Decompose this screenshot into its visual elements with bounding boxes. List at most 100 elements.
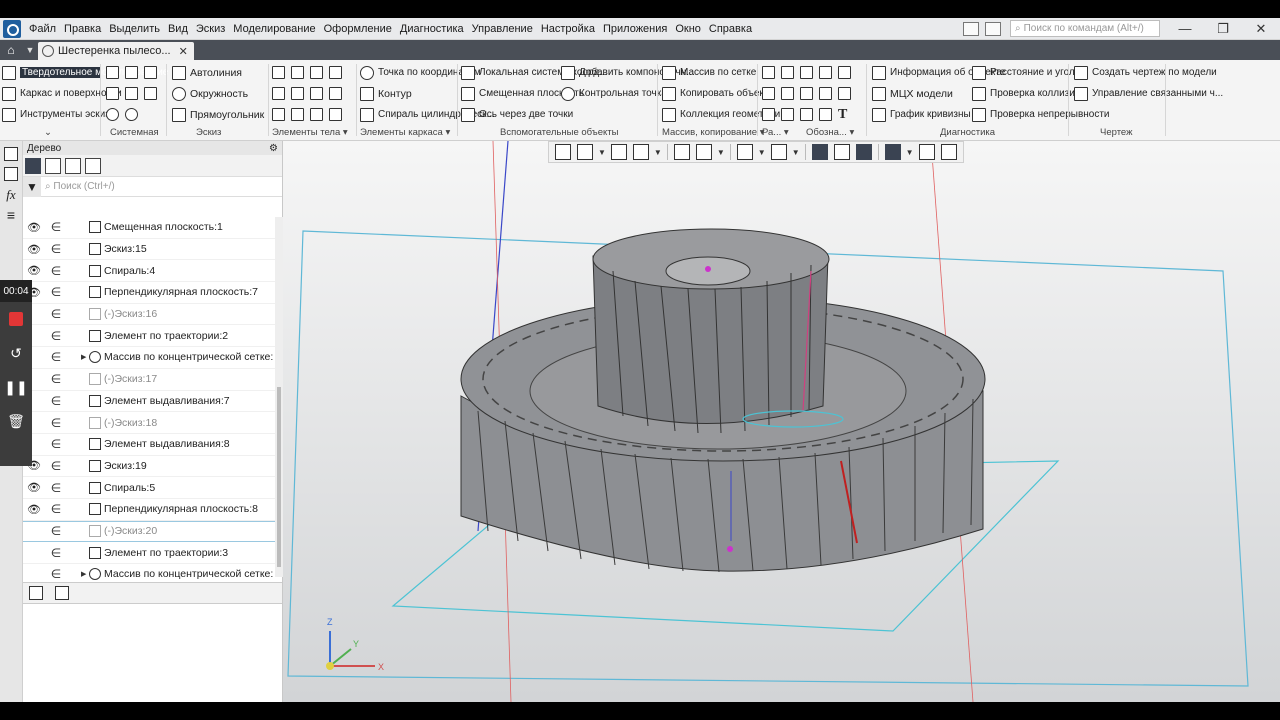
menu-view[interactable]: Вид: [164, 23, 192, 35]
rib-icon[interactable]: [291, 108, 304, 121]
stop-button[interactable]: [0, 302, 32, 336]
grid-array-button[interactable]: Массив по сетке: [662, 62, 756, 83]
fillet-icon[interactable]: [310, 87, 323, 100]
filter-dropdown-icon[interactable]: ▼: [906, 148, 914, 157]
chamfer-icon[interactable]: [329, 87, 342, 100]
filter-icon[interactable]: [884, 144, 901, 160]
tree-search-input[interactable]: ⌕ Поиск (Ctrl+/): [45, 181, 282, 192]
circle-button[interactable]: Окружность: [172, 83, 264, 104]
tabs-dropdown-icon[interactable]: ▼: [22, 40, 38, 60]
mirror-icon[interactable]: [781, 66, 794, 79]
dimension-icon[interactable]: [800, 66, 813, 79]
tree-structure-icon[interactable]: [25, 157, 41, 174]
tree-table-icon[interactable]: [55, 586, 69, 600]
menu-management[interactable]: Управление: [468, 23, 537, 35]
redo-icon[interactable]: [125, 108, 138, 121]
open-file-icon[interactable]: [125, 66, 138, 79]
tree-row[interactable]: ∈ (-)Эскиз:16: [23, 304, 275, 326]
leader-icon[interactable]: [819, 87, 832, 100]
geometry-collection-button[interactable]: Коллекция геометрии: [662, 104, 780, 125]
minimize-icon[interactable]: —: [1166, 21, 1204, 36]
grid-icon[interactable]: [833, 144, 850, 160]
tree-row[interactable]: ∈ (-)Эскиз:20: [23, 520, 275, 543]
autoline-button[interactable]: Автолиния: [172, 62, 264, 83]
properties-panel-icon[interactable]: [4, 167, 18, 181]
tree-row[interactable]: 👁 ∈ Спираль:5: [23, 477, 275, 499]
print-icon[interactable]: [106, 87, 119, 100]
add-layout-button[interactable]: Добавить компоновочн...: [561, 62, 695, 83]
new-file-icon[interactable]: [106, 66, 119, 79]
section-icon[interactable]: [762, 87, 775, 100]
tree-view-icon[interactable]: [29, 586, 43, 600]
roughness-icon[interactable]: [800, 87, 813, 100]
tree-row[interactable]: ∈ Элемент по траектории:2: [23, 325, 275, 348]
revolve-icon[interactable]: [291, 66, 304, 79]
display-dropdown-icon[interactable]: ▼: [717, 148, 725, 157]
gear-icon[interactable]: ⚙: [269, 143, 278, 154]
tree-row[interactable]: ∈ (-)Эскиз:17: [23, 369, 275, 391]
base-icon[interactable]: [838, 87, 851, 100]
visibility-icon[interactable]: [736, 144, 753, 160]
menu-select[interactable]: Выделить: [105, 23, 164, 35]
measure-icon[interactable]: [918, 144, 935, 160]
hole-icon[interactable]: [272, 108, 285, 121]
cut-revolve-icon[interactable]: [291, 87, 304, 100]
tree-row[interactable]: ∈ Элемент выдавливания:8: [23, 434, 275, 456]
note-icon[interactable]: [819, 108, 832, 121]
tree-row[interactable]: ∈ Элемент выдавливания:7: [23, 391, 275, 413]
zoom-dropdown-icon[interactable]: ▼: [598, 148, 606, 157]
tree-row[interactable]: 👁 ∈ Спираль:4: [23, 260, 275, 283]
menu-sketch[interactable]: Эскиз: [192, 23, 229, 35]
tree-row[interactable]: 👁 ∈ Эскиз:19: [23, 456, 275, 478]
tree-hierarchy-icon[interactable]: [45, 157, 61, 174]
point-by-coords-button[interactable]: Точка по координатам: [360, 62, 481, 83]
eye-icon[interactable]: 👁: [23, 481, 45, 494]
offset-plane-button[interactable]: Смещенная плоскость: [461, 83, 584, 104]
local-cs-button[interactable]: Локальная система коорд...: [461, 62, 608, 83]
group-label-designations[interactable]: Обозна... ▾: [806, 127, 854, 138]
tree-panel-icon[interactable]: [4, 147, 18, 161]
tree-select-icon[interactable]: [85, 157, 101, 174]
expand-arrow-icon[interactable]: ▶: [81, 570, 89, 578]
menu-edit[interactable]: Правка: [60, 23, 105, 35]
menu-window[interactable]: Окно: [671, 23, 705, 35]
trim-icon[interactable]: [762, 108, 775, 121]
new-window-icon[interactable]: [144, 66, 157, 79]
tree-components-icon[interactable]: [65, 157, 81, 174]
menu-help[interactable]: Справка: [705, 23, 756, 35]
loft-icon[interactable]: [329, 66, 342, 79]
menu-modeling[interactable]: Моделирование: [229, 23, 319, 35]
sweep-icon[interactable]: [310, 66, 323, 79]
tree-row[interactable]: 👁 ∈ Эскиз:15: [23, 239, 275, 261]
create-drawing-button[interactable]: Создать чертеж по модели: [1074, 62, 1217, 83]
rectangle-button[interactable]: Прямоугольник: [172, 104, 264, 125]
control-point-button[interactable]: Контрольная точка: [561, 83, 667, 104]
mode-surfaces[interactable]: Каркас и поверхности: [2, 83, 122, 104]
pause-button[interactable]: ❚❚: [0, 370, 32, 404]
tree-row[interactable]: ∈ Элемент по траектории:3: [23, 542, 275, 564]
split-icon[interactable]: [762, 66, 775, 79]
tree-row[interactable]: ∈ (-)Эскиз:18: [23, 412, 275, 434]
eye-icon[interactable]: 👁: [23, 221, 45, 234]
display-mode-icon[interactable]: [695, 144, 712, 160]
home-icon[interactable]: ⌂: [0, 40, 22, 60]
copy-icon[interactable]: [125, 87, 138, 100]
app-logo-icon[interactable]: [3, 19, 21, 38]
save-icon[interactable]: [144, 87, 157, 100]
menu-formatting[interactable]: Оформление: [320, 23, 396, 35]
tree-scrollbar[interactable]: [275, 217, 283, 577]
zoom-icon[interactable]: [577, 144, 593, 160]
close-icon[interactable]: ✕: [1242, 21, 1280, 37]
distance-angle-button[interactable]: Расстояние и угол: [972, 62, 1075, 83]
thicken-icon[interactable]: [781, 87, 794, 100]
extrude-icon[interactable]: [272, 66, 285, 79]
menu-applications[interactable]: Приложения: [599, 23, 671, 35]
contour-button[interactable]: Контур: [360, 83, 454, 104]
axis-two-points-button[interactable]: Ось через две точки: [461, 104, 573, 125]
continuity-check-button[interactable]: Проверка непрерывности: [972, 104, 1110, 125]
object-info-button[interactable]: Информация об объекте: [872, 62, 1005, 83]
radius-dim-icon[interactable]: [838, 66, 851, 79]
menu-file[interactable]: Файл: [25, 23, 60, 35]
pan-dropdown-icon[interactable]: ▼: [654, 148, 662, 157]
layout-toggle-icon[interactable]: [963, 21, 979, 36]
